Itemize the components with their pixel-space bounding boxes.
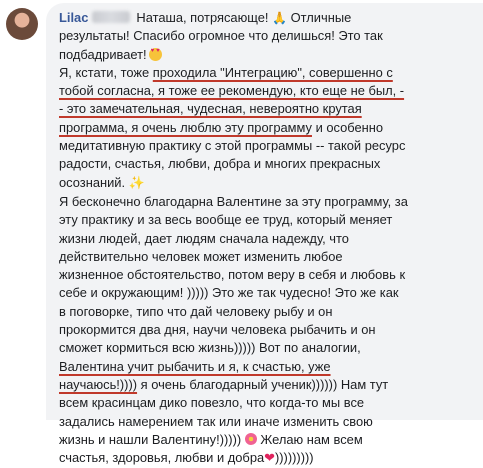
text-line: действительно человек может изменить люб… [59, 248, 343, 264]
text-line: эту практику и за весь вообще ее труд, к… [59, 212, 393, 228]
underlined-text: научаюсь!)))) [59, 376, 138, 392]
text-line: радости, счастья, любви, добра и многих … [59, 156, 381, 172]
text-line: всем красинцам дико повезло, что когда-т… [59, 395, 365, 411]
text-line: Желаю нам всем [260, 431, 363, 447]
pray-emoji-icon: 🙏 [272, 11, 288, 25]
flower-emoji-icon [244, 432, 257, 445]
text-line: счастья, здоровья, любви и добра [59, 450, 265, 466]
text-line: прокормится два дня, научи человека рыба… [59, 322, 376, 338]
heart-eyes-emoji-icon [148, 47, 162, 61]
comment-text: Lilac Наташа, потрясающе! 🙏 Отличные резу… [59, 9, 471, 468]
avatar[interactable] [6, 8, 38, 40]
text-line: результаты! Спасибо огромное что делишьс… [59, 28, 383, 44]
red-heart-emoji-icon: ❤ [264, 451, 275, 467]
text-line: жизни людей, дает людям сначала надежду,… [59, 230, 349, 246]
text-line: в поговорке, типо что дай человеку рыбу … [59, 303, 333, 319]
text-line: медитативную практику с этой программы -… [59, 138, 406, 154]
underlined-text: проходила "Интеграцию", совершенно с [152, 64, 393, 80]
underlined-text: Валентина учит рыбачить и я, к счастью, … [59, 358, 331, 374]
text-line: и особенно [311, 119, 384, 135]
comment-bubble: Lilac Наташа, потрясающе! 🙏 Отличные резу… [46, 3, 483, 466]
sparkles-emoji-icon: ✨ [128, 175, 145, 191]
text-line: осознаний. [59, 174, 126, 190]
text-line: ))))))))) [274, 450, 314, 466]
comment-author[interactable]: Lilac [59, 10, 88, 25]
text-line: Я бесконечно благодарна Валентине за эту… [59, 193, 408, 209]
underlined-text: - это замечательная, чудесная, невероятн… [59, 101, 362, 117]
text-line: сможет кормиться всю жизнь))))) Вот по а… [59, 340, 361, 356]
text-line: Я, кстати, тоже [59, 64, 153, 80]
text-line: жизнь и нашли Валентину!))))) [59, 431, 242, 447]
text-line: я очень благодарный ученик)))))) Нам тут [137, 376, 389, 392]
underlined-text: программа, я очень люблю эту программу [59, 119, 312, 135]
text-line: задались намерением так или иначе измени… [59, 413, 373, 429]
text-line: Наташа, потрясающе! [136, 10, 269, 25]
text-line: Отличные [290, 10, 352, 25]
text-line: себе и окружающим! ))))) Это же так чуде… [59, 285, 399, 301]
blurred-surname [92, 11, 131, 23]
text-line: жизненное обстоятельство, потом веру в с… [59, 267, 406, 283]
text-line: подбадривает! [59, 46, 147, 62]
underlined-text: тобой согласна, я тоже ее рекомендую, кт… [59, 83, 405, 99]
